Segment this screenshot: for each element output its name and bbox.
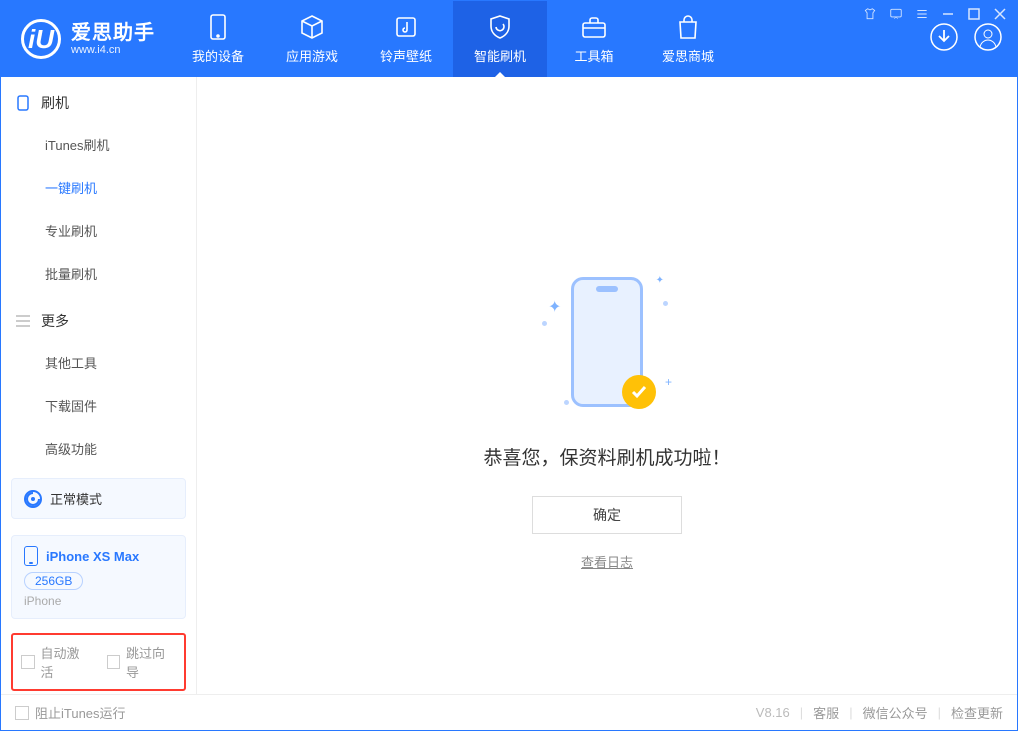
mode-box[interactable]: 正常模式 <box>11 478 186 519</box>
sidebar-section-more: 更多 <box>1 295 196 341</box>
sidebar-item-pro-flash[interactable]: 专业刷机 <box>1 209 196 252</box>
nav-label: 智能刷机 <box>474 46 526 65</box>
success-message: 恭喜您，保资料刷机成功啦！ <box>483 443 730 470</box>
sparkle-icon: ✦ <box>548 297 561 317</box>
main-nav: 我的设备 应用游戏 铃声壁纸 智能刷机 工具箱 爱思商城 <box>171 1 735 77</box>
device-type: iPhone <box>24 594 173 608</box>
feedback-icon[interactable] <box>889 7 903 21</box>
view-log-link[interactable]: 查看日志 <box>581 552 633 571</box>
sidebar-item-other-tools[interactable]: 其他工具 <box>1 341 196 384</box>
check-badge-icon <box>622 375 656 409</box>
dot-icon <box>663 301 668 306</box>
shield-refresh-icon <box>487 14 513 40</box>
sparkle-icon: ✦ <box>656 275 664 286</box>
app-name: 爱思助手 <box>71 22 155 44</box>
nav-apps-games[interactable]: 应用游戏 <box>265 1 359 77</box>
phone-small-icon <box>15 95 31 111</box>
sidebar: 刷机 iTunes刷机 一键刷机 专业刷机 批量刷机 更多 其他工具 下载固件 … <box>1 77 197 694</box>
nav-store[interactable]: 爱思商城 <box>641 1 735 77</box>
shopping-bag-icon <box>675 14 701 40</box>
footer-right: V8.16 | 客服 | 微信公众号 | 检查更新 <box>756 703 1003 722</box>
window-controls <box>863 7 1007 21</box>
toolbox-icon <box>581 14 607 40</box>
dot-icon <box>564 400 569 405</box>
close-button[interactable] <box>993 7 1007 21</box>
normal-mode-icon <box>24 490 42 508</box>
checkbox-icon <box>107 655 121 669</box>
nav-label: 我的设备 <box>192 46 244 65</box>
section-title: 刷机 <box>41 93 69 113</box>
device-phone-icon <box>24 546 38 566</box>
nav-my-device[interactable]: 我的设备 <box>171 1 265 77</box>
sparkle-icon: + <box>665 375 672 389</box>
app-header: iU 爱思助手 www.i4.cn 我的设备 应用游戏 铃声壁纸 智能刷机 工具… <box>1 1 1017 77</box>
sidebar-item-itunes-flash[interactable]: iTunes刷机 <box>1 123 196 166</box>
checkbox-label: 自动激活 <box>41 643 91 681</box>
sidebar-section-flash: 刷机 <box>1 77 196 123</box>
device-icon <box>205 14 231 40</box>
checkbox-icon <box>21 655 35 669</box>
nav-label: 工具箱 <box>574 46 613 65</box>
success-illustration: ✦ ✦ + <box>542 267 672 417</box>
skip-guide-checkbox[interactable]: 跳过向导 <box>107 643 177 681</box>
highlighted-checkbox-row: 自动激活 跳过向导 <box>11 633 186 691</box>
mode-label: 正常模式 <box>50 489 102 508</box>
checkbox-icon <box>15 706 29 720</box>
nav-label: 应用游戏 <box>286 46 338 65</box>
section-title: 更多 <box>41 311 69 331</box>
auto-activate-checkbox[interactable]: 自动激活 <box>21 643 91 681</box>
checkbox-label: 阻止iTunes运行 <box>35 703 126 722</box>
user-icon[interactable] <box>973 22 1003 57</box>
sidebar-item-advanced[interactable]: 高级功能 <box>1 427 196 470</box>
version-label: V8.16 <box>756 705 790 720</box>
device-capacity: 256GB <box>24 572 83 590</box>
device-box[interactable]: iPhone XS Max 256GB iPhone <box>11 535 186 619</box>
nav-smart-flash[interactable]: 智能刷机 <box>453 1 547 77</box>
dot-icon <box>542 321 547 326</box>
sidebar-item-download-firmware[interactable]: 下载固件 <box>1 384 196 427</box>
sidebar-item-batch-flash[interactable]: 批量刷机 <box>1 252 196 295</box>
confirm-button[interactable]: 确定 <box>532 496 682 534</box>
sidebar-item-oneclick-flash[interactable]: 一键刷机 <box>1 166 196 209</box>
status-bar: 阻止iTunes运行 V8.16 | 客服 | 微信公众号 | 检查更新 <box>1 694 1017 730</box>
shirt-icon[interactable] <box>863 7 877 21</box>
footer-link-support[interactable]: 客服 <box>813 703 839 722</box>
app-url: www.i4.cn <box>71 44 155 56</box>
footer-link-update[interactable]: 检查更新 <box>951 703 1003 722</box>
logo-icon: iU <box>21 19 61 59</box>
cube-icon <box>299 14 325 40</box>
download-icon[interactable] <box>929 22 959 57</box>
checkbox-label: 跳过向导 <box>126 643 176 681</box>
app-logo: iU 爱思助手 www.i4.cn <box>1 1 171 77</box>
main-content: ✦ ✦ + 恭喜您，保资料刷机成功啦！ 确定 查看日志 <box>197 77 1017 694</box>
nav-label: 铃声壁纸 <box>380 46 432 65</box>
app-body: 刷机 iTunes刷机 一键刷机 专业刷机 批量刷机 更多 其他工具 下载固件 … <box>1 77 1017 694</box>
nav-ringtone-wallpaper[interactable]: 铃声壁纸 <box>359 1 453 77</box>
maximize-button[interactable] <box>967 7 981 21</box>
list-icon <box>15 313 31 329</box>
menu-icon[interactable] <box>915 7 929 21</box>
music-note-icon <box>393 14 419 40</box>
footer-link-wechat[interactable]: 微信公众号 <box>863 703 928 722</box>
device-name: iPhone XS Max <box>46 549 139 564</box>
minimize-button[interactable] <box>941 7 955 21</box>
nav-toolbox[interactable]: 工具箱 <box>547 1 641 77</box>
nav-label: 爱思商城 <box>662 46 714 65</box>
block-itunes-checkbox[interactable]: 阻止iTunes运行 <box>15 703 126 722</box>
